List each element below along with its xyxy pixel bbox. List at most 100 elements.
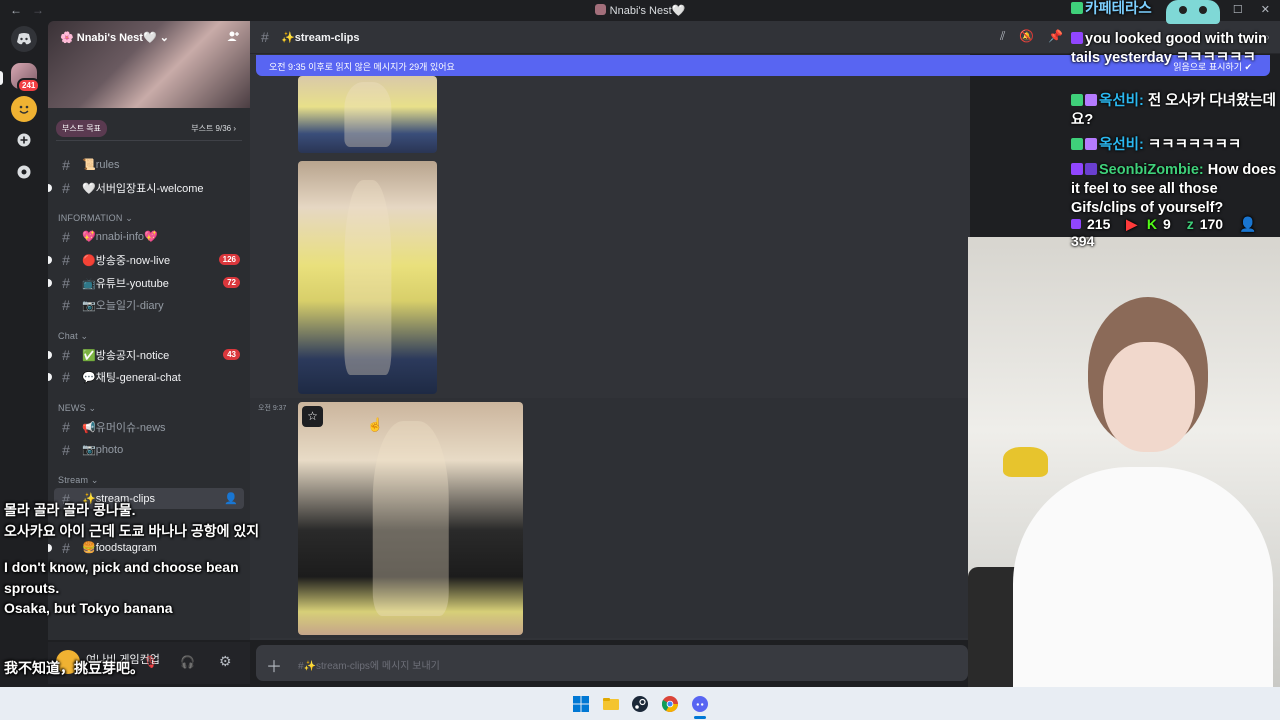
- cursor-icon: ☝: [367, 417, 384, 432]
- unread-pip: [48, 256, 52, 264]
- hash-icon: #: [62, 296, 70, 313]
- webcam-overlay: [968, 237, 1280, 720]
- chat-user: 카페테라스: [1085, 1, 1152, 17]
- channel-rules[interactable]: # 📜rules: [54, 154, 244, 175]
- star-icon[interactable]: ☆: [302, 406, 323, 427]
- attachment-image[interactable]: [298, 76, 437, 153]
- hash-icon: #: [62, 441, 70, 458]
- channel-label: 🍔foodstagram: [82, 542, 157, 554]
- plush-toy: [1003, 447, 1048, 477]
- attachment-image[interactable]: [298, 402, 523, 635]
- invite-icon[interactable]: [227, 30, 240, 45]
- chat-line: you looked good with twin tails yesterda…: [1071, 30, 1280, 68]
- person-icon: 👤: [1238, 216, 1257, 232]
- twitch-count: 215: [1071, 216, 1116, 232]
- mute-icon[interactable]: 🎙: [143, 655, 158, 669]
- unread-pip: [48, 279, 52, 287]
- server-name[interactable]: 🌸 Nnabi's Nest🤍 ⌄: [60, 31, 169, 44]
- deafen-icon[interactable]: 🎧: [180, 655, 195, 669]
- windows-taskbar: [0, 687, 1280, 720]
- kick-icon: K: [1146, 216, 1158, 232]
- file-explorer-icon[interactable]: [603, 696, 619, 712]
- chat-line: 옥선비: ㅋㅋㅋㅋㅋㅋㅋ: [1071, 136, 1280, 155]
- channel-photo[interactable]: # 📷photo: [54, 439, 244, 460]
- channel-now-live[interactable]: # 🔴방송중-now-live 126: [48, 249, 244, 270]
- explore-icon[interactable]: [11, 159, 37, 185]
- channel-label: 🔴방송중-now-live: [82, 254, 171, 267]
- hash-icon: #: [62, 346, 70, 363]
- channel-notice[interactable]: # ✅방송공지-notice 43: [48, 344, 244, 365]
- hash-icon: #: [62, 418, 70, 435]
- add-server-icon[interactable]: [11, 127, 37, 153]
- streamer-face: [1103, 342, 1195, 452]
- unread-pip: [48, 373, 52, 381]
- hash-icon: #: [62, 539, 70, 556]
- channel-label: 📢유머이슈-news: [82, 421, 166, 434]
- channel-label: 📺유튜브-youtube: [82, 277, 169, 290]
- channel-nnabi-info[interactable]: # 💖nnabi-info💖: [54, 226, 244, 247]
- boost-progress: [56, 140, 242, 141]
- channel-label: 📜rules: [82, 159, 120, 171]
- boost-count: 부스트 9/36 ›: [191, 124, 236, 133]
- header-toolbar: ⫽ 🔕 📌: [1000, 29, 1077, 44]
- channel-label: ✅방송공지-notice: [82, 349, 170, 362]
- server-name-text: Nnabi's Nest🤍 ⌄: [76, 32, 169, 44]
- channel-youtube[interactable]: # 📺유튜브-youtube 72: [48, 272, 244, 293]
- composer-placeholder[interactable]: #✨stream-clips에 메시지 보내기: [298, 657, 440, 672]
- hash-icon: #: [62, 179, 70, 196]
- notification-bell-icon[interactable]: 🔕: [1019, 29, 1034, 43]
- discord-icon[interactable]: [11, 26, 37, 52]
- server-avatar-emoji[interactable]: [11, 96, 37, 122]
- message-composer[interactable]: ＋ #✨stream-clips에 메시지 보내기: [256, 645, 968, 681]
- chat-user: 옥선비:: [1099, 93, 1144, 109]
- invite-member-icon[interactable]: 👤: [224, 492, 238, 505]
- taskbar-active-indicator: [694, 716, 706, 719]
- server-banner[interactable]: 🌸 Nnabi's Nest🤍 ⌄: [48, 21, 250, 108]
- channel-label: 📷오늘일기-diary: [82, 299, 164, 312]
- chat-line: 옥선비: 전 오사카 다녀왔는데요?: [1071, 92, 1280, 130]
- kick-count-value: 9: [1163, 216, 1171, 232]
- windows-start-icon[interactable]: [573, 696, 589, 712]
- pin-icon[interactable]: 📌: [1048, 29, 1063, 43]
- channel-title: ✨stream-clips: [281, 32, 360, 44]
- attachment-image[interactable]: [298, 161, 437, 394]
- chrome-icon[interactable]: [661, 696, 678, 712]
- youtube-icon: ▶: [1126, 216, 1138, 232]
- server-icon: [594, 4, 606, 15]
- add-attachment-icon[interactable]: ＋: [266, 653, 282, 677]
- channel-label: 📷photo: [82, 444, 124, 456]
- category-information[interactable]: INFORMATION ⌄: [58, 213, 133, 224]
- streamer-body: [1013, 467, 1273, 720]
- heart-badge-icon: [1085, 94, 1097, 106]
- channel-diary[interactable]: # 📷오늘일기-diary: [54, 294, 244, 315]
- threads-icon[interactable]: ⫽: [1000, 29, 1005, 43]
- category-stream[interactable]: Stream ⌄: [58, 475, 99, 486]
- gear-icon[interactable]: ⚙: [219, 653, 232, 670]
- other-count-value: 170: [1199, 216, 1224, 232]
- twitch-icon: [1071, 163, 1083, 175]
- chat-line: SeonbiZombie: How does it feel to see al…: [1071, 161, 1280, 218]
- chat-user: 옥선비:: [1099, 137, 1144, 153]
- steam-icon[interactable]: [632, 696, 648, 712]
- platform-icon: [1071, 138, 1083, 150]
- category-news[interactable]: NEWS ⌄: [58, 403, 96, 414]
- stream-chat-overlay: 카페테라스 you looked good with twin tails ye…: [1068, 0, 1280, 249]
- unread-pip: [48, 544, 52, 552]
- chat-user: SeonbiZombie:: [1099, 162, 1204, 178]
- heart-badge-icon: [1085, 138, 1097, 150]
- unread-pip: [48, 351, 52, 359]
- notification-badge: 241: [17, 78, 41, 93]
- message-list: 오전 9:37 ☆ ☝: [250, 54, 970, 640]
- twitch-icon: [1071, 219, 1081, 229]
- discord-taskbar-icon[interactable]: [692, 696, 708, 712]
- hash-icon: #: [62, 156, 70, 173]
- channel-label: 💖nnabi-info💖: [82, 231, 158, 243]
- channel-humor-news[interactable]: # 📢유머이슈-news: [54, 416, 244, 437]
- boost-goal[interactable]: 부스트 목표 부스트 9/36 ›: [48, 120, 250, 141]
- subtitle-line: sprouts.: [4, 580, 60, 596]
- platform-icon: z: [1186, 216, 1194, 232]
- channel-general-chat[interactable]: # 💬채팅-general-chat: [48, 366, 244, 387]
- category-chat[interactable]: Chat ⌄: [58, 331, 88, 342]
- viewer-stats: 215 ▶ K9 z 170 👤 394: [1071, 216, 1280, 249]
- channel-welcome[interactable]: # 🤍서버입장표시-welcome: [48, 177, 244, 198]
